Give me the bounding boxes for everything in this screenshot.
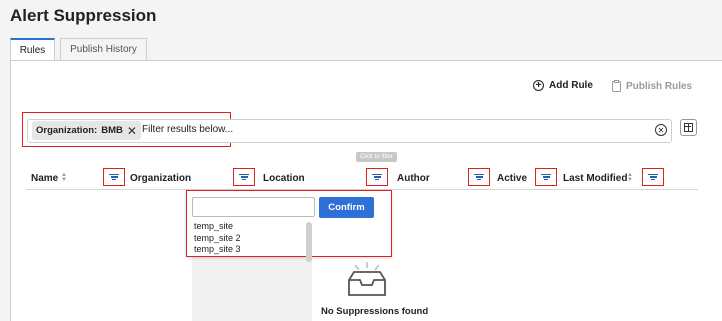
filter-icon <box>648 172 658 182</box>
chip-value: BMB <box>101 125 123 136</box>
filter-input[interactable]: Filter results below... <box>142 124 233 135</box>
add-rule-label: Add Rule <box>549 80 593 91</box>
active-filter-button[interactable] <box>535 168 557 186</box>
location-filter-button[interactable] <box>366 168 388 186</box>
column-header-author[interactable]: Author <box>397 173 430 184</box>
filter-icon <box>541 172 551 182</box>
chip-label: Organization: <box>36 125 98 136</box>
page-title: Alert Suppression <box>10 6 157 25</box>
author-filter-button[interactable] <box>468 168 490 186</box>
tab-publish-history[interactable]: Publish History <box>60 38 147 60</box>
add-rule-button[interactable]: + Add Rule <box>533 80 593 91</box>
column-settings-button[interactable] <box>680 119 697 136</box>
sort-icon[interactable]: ▲ ▼ <box>627 172 633 183</box>
filter-icon <box>474 172 484 182</box>
plus-circle-icon: + <box>533 80 544 91</box>
list-item[interactable]: temp_site 2 <box>194 233 241 243</box>
clipboard-icon <box>612 80 621 92</box>
filter-active-icon <box>239 172 249 182</box>
organization-filter-chip: Organization: BMB ✕ <box>32 121 141 140</box>
column-header-last-modified[interactable]: Last Modified <box>563 173 627 184</box>
list-item[interactable]: temp_site 3 <box>194 244 241 254</box>
clear-filter-icon[interactable]: ✕ <box>655 124 667 136</box>
column-header-active[interactable]: Active <box>497 173 527 184</box>
sort-icon[interactable]: ▲ ▼ <box>61 172 67 183</box>
empty-state-message: No Suppressions found <box>321 306 429 317</box>
dropdown-search-input[interactable] <box>192 197 315 217</box>
filter-icon <box>109 172 119 182</box>
publish-rules-button[interactable]: Publish Rules <box>612 80 692 92</box>
close-icon[interactable]: ✕ <box>127 124 137 138</box>
dropdown-scrollbar[interactable] <box>306 222 312 262</box>
tab-rules[interactable]: Rules <box>10 38 55 61</box>
dropdown-list-overflow <box>192 257 312 321</box>
column-header-name[interactable]: Name <box>31 173 58 184</box>
confirm-button[interactable]: Confirm <box>319 197 374 218</box>
column-header-organization[interactable]: Organization <box>130 173 191 184</box>
tooltip: Click to filter <box>356 152 397 162</box>
columns-icon <box>684 123 693 132</box>
publish-rules-label: Publish Rules <box>626 80 693 92</box>
empty-inbox-icon <box>348 262 386 296</box>
organization-filter-button[interactable] <box>233 168 255 186</box>
list-item[interactable]: temp_site <box>194 221 233 231</box>
name-filter-button[interactable] <box>103 168 125 186</box>
filter-icon <box>372 172 382 182</box>
column-header-location[interactable]: Location <box>263 173 305 184</box>
last-modified-filter-button[interactable] <box>642 168 664 186</box>
